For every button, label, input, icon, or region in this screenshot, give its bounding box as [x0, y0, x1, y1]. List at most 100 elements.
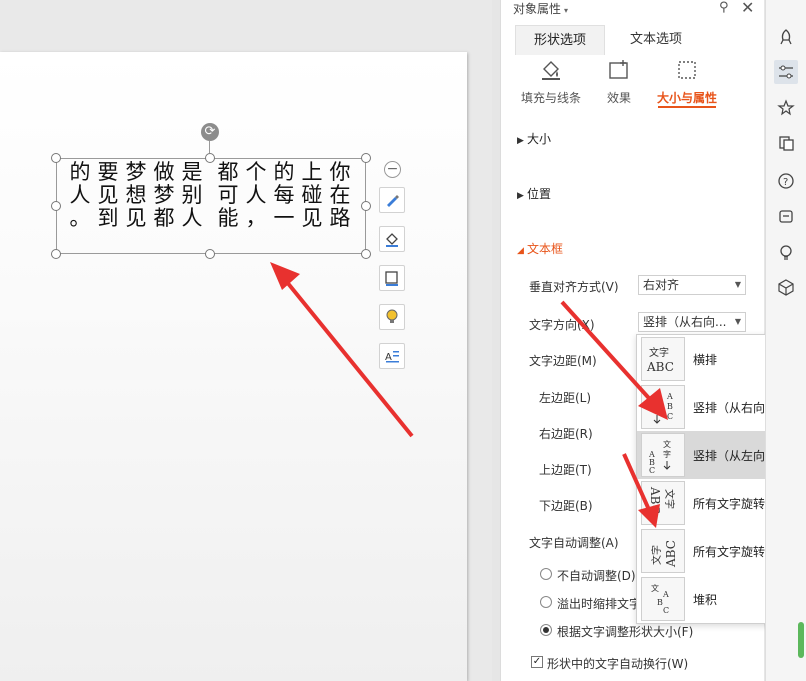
- effects-button[interactable]: [379, 304, 405, 330]
- brush-icon: [387, 195, 399, 207]
- top-margin-label: 上边距(T): [539, 463, 592, 477]
- dropdown-arrow-icon: ▼: [734, 317, 741, 326]
- text-column: 是别人: [181, 160, 203, 230]
- document-canvas: ⟳ 你在路 上碰见 的每一 个人， 都可能 是别人 做梦都 梦想见 要见到 的人…: [0, 0, 492, 681]
- text-column: 你在路: [329, 160, 351, 230]
- rotate-270-icon: 文字 ABC: [641, 529, 685, 573]
- size-properties-icon: [678, 61, 696, 79]
- text-column: 个人，: [245, 160, 267, 230]
- text-direction-select[interactable]: 竖排（从右向... ▼: [638, 312, 746, 332]
- svg-text:C: C: [649, 466, 655, 475]
- vertical-rtl-icon: ABC文字: [641, 385, 685, 429]
- svg-text:C: C: [663, 606, 669, 615]
- outline-button[interactable]: [379, 265, 405, 291]
- rotate-icon[interactable]: ⟳: [201, 123, 219, 141]
- resize-handle-n[interactable]: [205, 153, 215, 163]
- text-column: 要见到: [97, 160, 119, 230]
- radio-shrink-on-overflow[interactable]: [540, 596, 552, 608]
- subtab-size-properties[interactable]: 大小与属性: [654, 58, 720, 106]
- text-direction-label: 文字方向(X): [529, 318, 595, 332]
- scrollbar-indicator[interactable]: [798, 622, 804, 658]
- dropdown-arrow-icon: ▼: [734, 280, 741, 289]
- fill-bucket-icon: [386, 233, 398, 247]
- collapse-arrow-icon: ◢: [517, 246, 524, 256]
- text-margins-label: 文字边距(M): [529, 354, 597, 368]
- resize-handle-se[interactable]: [361, 249, 371, 259]
- svg-text:B: B: [667, 402, 673, 411]
- radio-no-autofit-label: 不自动调整(D): [557, 569, 636, 583]
- rocket-icon[interactable]: [774, 25, 798, 49]
- section-position[interactable]: ▶ 位置: [517, 185, 551, 202]
- horizontal-text-icon: 文字 ABC: [641, 337, 685, 381]
- cube-icon[interactable]: [774, 275, 798, 299]
- auto-wrap-label: 形状中的文字自动换行(W): [547, 657, 689, 671]
- resize-handle-nw[interactable]: [51, 153, 61, 163]
- svg-text:文: 文: [663, 439, 671, 449]
- resize-handle-s[interactable]: [205, 249, 215, 259]
- fill-bucket-icon: [542, 61, 560, 80]
- copy-icon[interactable]: [774, 131, 798, 155]
- resize-handle-e[interactable]: [361, 201, 371, 211]
- pin-icon[interactable]: ⚲: [719, 0, 733, 15]
- autofit-label: 文字自动调整(A): [529, 536, 619, 550]
- valign-label: 垂直对齐方式(V): [529, 280, 619, 294]
- resize-handle-w[interactable]: [51, 201, 61, 211]
- expand-arrow-icon: ▶: [517, 136, 524, 146]
- panel-title[interactable]: 对象属性 ▾: [513, 0, 568, 17]
- svg-text:C: C: [667, 412, 673, 421]
- svg-text:文字: 文字: [663, 489, 676, 509]
- idea-icon[interactable]: [774, 240, 798, 264]
- radio-resize-shape-label: 根据文字调整形状大小(F): [557, 625, 694, 639]
- fill-button[interactable]: [379, 226, 405, 252]
- subtab-fill-line[interactable]: 填充与线条: [517, 58, 585, 106]
- radio-no-autofit[interactable]: [540, 568, 552, 580]
- stacked-text-icon: 文ABC: [641, 577, 685, 621]
- svg-text:A: A: [666, 392, 673, 401]
- expand-arrow-icon: ▶: [517, 191, 524, 201]
- svg-text:ABC: ABC: [646, 360, 674, 374]
- radio-shrink-label: 溢出时缩排文字: [557, 597, 642, 611]
- help-icon[interactable]: ?: [774, 169, 798, 193]
- text-column: 都可能: [217, 160, 239, 230]
- radio-resize-shape[interactable]: [540, 624, 552, 636]
- svg-text:?: ?: [783, 177, 788, 188]
- active-subtab-indicator: [658, 106, 716, 108]
- svg-text:文: 文: [653, 393, 661, 403]
- auto-wrap-checkbox[interactable]: ✓: [531, 656, 543, 668]
- resize-handle-ne[interactable]: [361, 153, 371, 163]
- effects-icon: [609, 60, 628, 79]
- right-sidebar-toolbar: ?: [765, 0, 806, 681]
- section-size[interactable]: ▶ 大小: [517, 130, 551, 147]
- svg-text:文字: 文字: [650, 545, 663, 565]
- svg-text:ABC: ABC: [648, 486, 662, 514]
- subtab-effects[interactable]: 效果: [599, 58, 639, 106]
- rotate-stem: [209, 141, 210, 153]
- backup-icon[interactable]: [774, 204, 798, 228]
- star-magic-icon[interactable]: [774, 96, 798, 120]
- left-margin-label: 左边距(L): [539, 391, 592, 405]
- properties-sliders-icon[interactable]: [774, 60, 798, 84]
- section-text-box[interactable]: ◢ 文本框: [517, 240, 563, 257]
- tab-shape-options[interactable]: 形状选项: [515, 25, 605, 55]
- text-column: 做梦都: [153, 160, 175, 230]
- bottom-margin-label: 下边距(B): [539, 499, 593, 513]
- collapse-icon[interactable]: −: [384, 161, 401, 178]
- text-wrap-icon: A: [385, 351, 399, 363]
- svg-text:字: 字: [663, 449, 671, 459]
- text-column: 上碰见: [301, 160, 323, 230]
- lightbulb-icon: [386, 309, 398, 323]
- right-margin-label: 右边距(R): [539, 427, 593, 441]
- text-layout-button[interactable]: A: [379, 343, 405, 369]
- text-column: 的每一: [273, 160, 295, 230]
- svg-text:ABC: ABC: [664, 540, 678, 568]
- svg-text:文: 文: [651, 583, 659, 593]
- resize-handle-sw[interactable]: [51, 249, 61, 259]
- vertical-ltr-icon: ABC文字: [641, 433, 685, 477]
- tab-text-options[interactable]: 文本选项: [611, 25, 701, 55]
- svg-text:字: 字: [653, 403, 661, 413]
- close-icon[interactable]: ✕: [741, 0, 754, 17]
- text-column: 梦想见: [125, 160, 147, 230]
- outline-icon: [385, 271, 398, 286]
- shape-style-button[interactable]: [379, 187, 405, 213]
- valign-select[interactable]: 右对齐 ▼: [638, 275, 746, 295]
